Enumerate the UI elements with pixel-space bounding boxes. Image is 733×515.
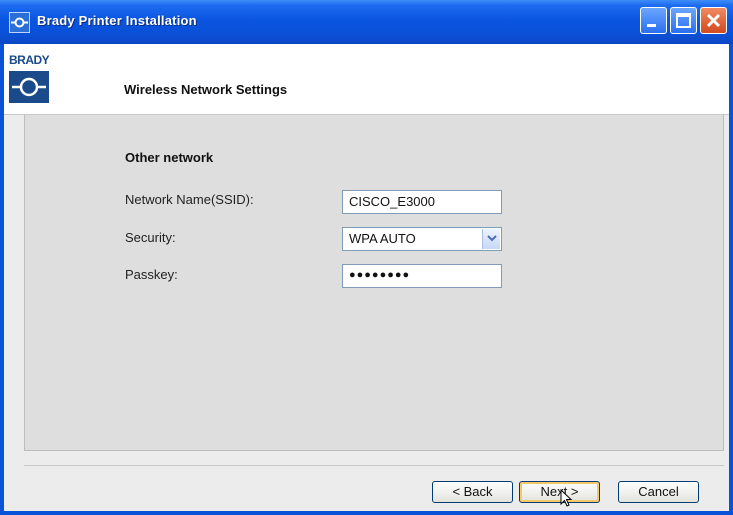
ssid-label: Network Name(SSID): — [125, 192, 254, 207]
page-title: Wireless Network Settings — [124, 82, 288, 97]
installer-window: Brady Printer Installation BRADY Wireles… — [0, 0, 733, 515]
wizard-header: BRADY Wireless Network Settings — [4, 44, 729, 115]
close-button[interactable] — [700, 7, 727, 34]
settings-panel: Other network Network Name(SSID): CISCO_… — [24, 115, 724, 451]
brady-logo-text: BRADY — [9, 53, 50, 67]
passkey-label: Passkey: — [125, 267, 178, 282]
title-bar: Brady Printer Installation — [0, 0, 733, 44]
section-title: Other network — [125, 150, 214, 165]
cancel-button[interactable]: Cancel — [618, 481, 699, 503]
passkey-input[interactable]: ●●●●●●●● — [342, 264, 502, 288]
maximize-button[interactable] — [670, 7, 697, 34]
maximize-icon — [676, 13, 691, 28]
window-title: Brady Printer Installation — [37, 13, 197, 28]
security-label: Security: — [125, 230, 176, 245]
ssid-input[interactable]: CISCO_E3000 — [342, 190, 502, 214]
minimize-button[interactable] — [640, 7, 667, 34]
back-button[interactable]: < Back — [432, 481, 513, 503]
mouse-pointer-icon — [560, 489, 573, 507]
minimize-icon — [647, 24, 656, 27]
chevron-down-icon[interactable] — [482, 229, 500, 249]
footer-divider — [24, 465, 724, 466]
security-selected-value: WPA AUTO — [349, 231, 416, 246]
close-icon — [706, 13, 721, 28]
app-icon — [9, 12, 30, 33]
brady-logo-icon — [9, 71, 49, 103]
dialog-body: BRADY Wireless Network Settings Other ne… — [4, 44, 729, 511]
security-select[interactable]: WPA AUTO — [342, 227, 502, 251]
